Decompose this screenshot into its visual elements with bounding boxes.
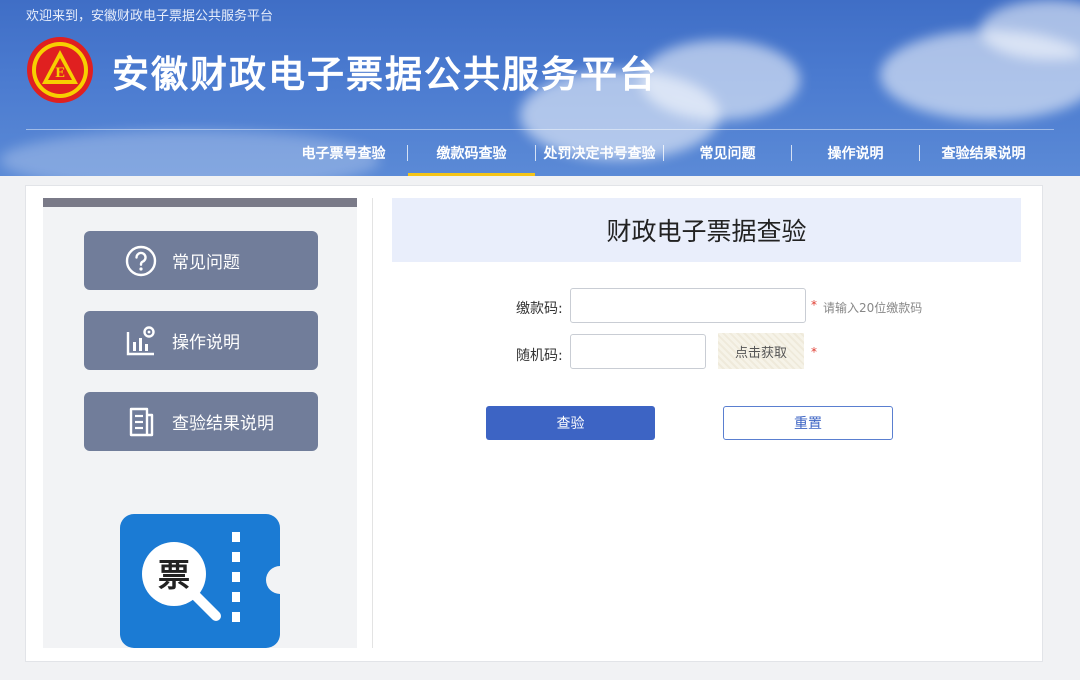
sidebar-item-label: 操作说明 [172,333,240,353]
document-icon [124,405,158,439]
welcome-text: 欢迎来到，安徽财政电子票据公共服务平台 [26,9,274,24]
nav-instructions[interactable]: 操作说明 [792,130,919,176]
nav-faq[interactable]: 常见问题 [664,130,791,176]
captcha-label: 随机码: [516,348,563,364]
emblem-logo: E [27,37,93,103]
nav-ticket-number-check[interactable]: 电子票号查验 [280,130,407,176]
ticket-search-illustration: 票 [120,514,280,648]
nav-penalty-number-check[interactable]: 处罚决定书号查验 [536,130,663,176]
captcha-refresh[interactable]: 点击获取 [718,333,804,369]
site-title: 安徽财政电子票据公共服务平台 [112,53,658,96]
svg-text:E: E [55,66,65,81]
main-nav: 电子票号查验 缴款码查验 处罚决定书号查验 常见问题 操作说明 查验结果说明 [280,130,1047,176]
required-mark: * [811,298,817,312]
nav-payment-code-check[interactable]: 缴款码查验 [408,130,535,176]
reset-button[interactable]: 重置 [723,406,893,440]
svg-text:票: 票 [158,556,190,594]
sidebar-item-label: 查验结果说明 [172,414,274,434]
required-mark: * [811,345,817,359]
sidebar-item-label: 常见问题 [172,253,240,273]
payment-code-input[interactable] [570,288,806,323]
sidebar-item-instructions[interactable]: 操作说明 [84,311,318,370]
question-icon [124,244,158,278]
payment-code-label: 缴款码: [516,301,563,317]
site-header: 欢迎来到，安徽财政电子票据公共服务平台 E 安徽财政电子票据公共服务平台 电子票… [0,0,1080,176]
sidebar-item-result-explanation[interactable]: 查验结果说明 [84,392,318,451]
nav-result-explanation[interactable]: 查验结果说明 [920,130,1047,176]
payment-code-hint: 请输入20位缴款码 [823,301,923,315]
sidebar-top-bar [43,198,357,207]
chart-gear-icon [124,324,158,358]
captcha-input[interactable] [570,334,706,369]
form-heading: 财政电子票据查验 [392,198,1021,262]
column-divider [372,198,373,648]
verify-button[interactable]: 查验 [486,406,655,440]
sidebar-item-faq[interactable]: 常见问题 [84,231,318,290]
